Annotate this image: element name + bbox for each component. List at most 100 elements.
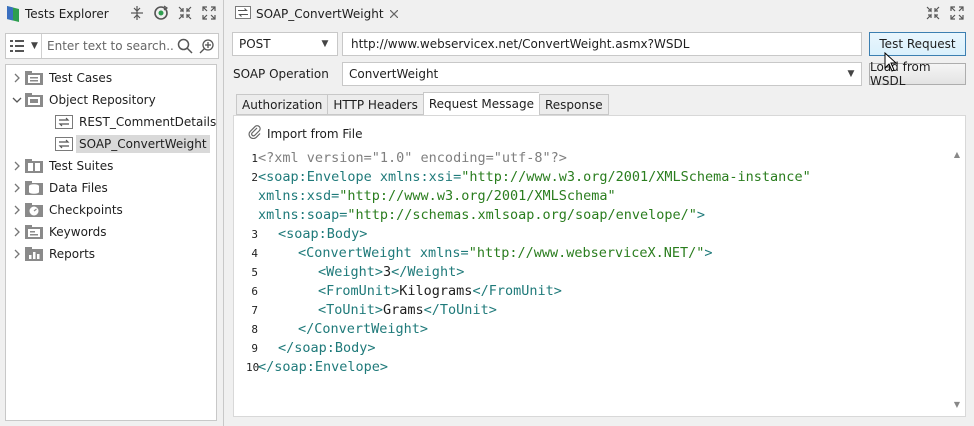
- chevron-right-icon[interactable]: [10, 221, 24, 243]
- tab-response[interactable]: Response: [539, 94, 609, 115]
- tree-item-label: SOAP_ConvertWeight: [76, 135, 210, 153]
- maximize-icon[interactable]: [948, 4, 966, 22]
- code-line: 9 </soap:Body>: [246, 340, 375, 359]
- editor-tab-soap-convertweight[interactable]: SOAP_ConvertWeight: [229, 2, 404, 26]
- xml-tag: </Weight>: [391, 264, 465, 280]
- advanced-search-icon[interactable]: [196, 34, 218, 58]
- chevron-right-icon[interactable]: [10, 199, 24, 221]
- code-line: 10 </soap:Envelope>: [246, 359, 388, 378]
- import-from-file-link[interactable]: Import from File: [248, 125, 362, 142]
- line-number: 2: [251, 171, 258, 184]
- tree-item-label: Test Cases: [49, 71, 113, 85]
- explorer-search-input[interactable]: [42, 34, 174, 58]
- xml-declaration: <?xml version="1.0" encoding="utf-8"?>: [258, 150, 567, 166]
- xml-tag: </soap:Envelope>: [258, 359, 389, 375]
- tree-item-label: Keywords: [49, 225, 107, 239]
- xml-tag: <Weight>: [318, 264, 384, 280]
- code-line: 7 <ToUnit>Grams</ToUnit>: [246, 302, 496, 321]
- xml-text: 3: [383, 264, 392, 280]
- code-line-wrap: xmlns:soap="http://schemas.xmlsoap.org/s…: [246, 207, 705, 226]
- import-from-file-label: Import from File: [267, 126, 363, 141]
- xml-tag: </ToUnit>: [423, 302, 497, 318]
- http-method-value: POST: [239, 37, 271, 51]
- tab-http-headers[interactable]: HTTP Headers: [327, 94, 423, 115]
- tree-item-soap-convertweight[interactable]: SOAP_ConvertWeight: [54, 133, 210, 155]
- search-icon[interactable]: [174, 34, 196, 58]
- line-number: 3: [251, 228, 258, 241]
- tree-item-keywords[interactable]: Keywords: [10, 221, 107, 243]
- refresh-icon[interactable]: [152, 4, 170, 22]
- explorer-search-bar: ▼: [5, 33, 219, 59]
- minimize-icon[interactable]: [176, 4, 194, 22]
- xml-tag: <soap:Body>: [278, 226, 368, 242]
- mouse-pointer-icon: [884, 51, 898, 72]
- close-icon[interactable]: [389, 8, 398, 21]
- line-number: 8: [251, 323, 258, 336]
- url-input[interactable]: http://www.webservicex.net/ConvertWeight…: [342, 32, 862, 56]
- scroll-up-icon[interactable]: ▲: [951, 148, 963, 160]
- chevron-down-icon[interactable]: [10, 89, 24, 111]
- chevron-right-icon[interactable]: [10, 243, 24, 265]
- xml-tag: </soap:Body>: [278, 340, 376, 356]
- chevron-down-icon[interactable]: ▼: [317, 35, 333, 53]
- url-value: http://www.webservicex.net/ConvertWeight…: [351, 37, 690, 51]
- chevron-right-icon[interactable]: [10, 67, 24, 89]
- vertical-scrollbar[interactable]: ▲ ▼: [951, 148, 963, 410]
- tree-item-label: Checkpoints: [49, 203, 123, 217]
- xml-attr-value: "http://www.webserviceX.NET/": [468, 245, 705, 261]
- reports-folder-icon: [24, 246, 44, 262]
- tree-item-data-files[interactable]: Data Files: [10, 177, 108, 199]
- tree-item-reports[interactable]: Reports: [10, 243, 95, 265]
- tree-item-test-suites[interactable]: Test Suites: [10, 155, 113, 177]
- soap-operation-value: ConvertWeight: [349, 67, 439, 81]
- web-service-request-icon: [54, 136, 74, 152]
- xml-tag: >: [696, 207, 706, 223]
- chevron-right-icon[interactable]: [10, 177, 24, 199]
- xml-editor[interactable]: 1 <?xml version="1.0" encoding="utf-8"?>…: [246, 148, 962, 410]
- data-files-folder-icon: [24, 180, 44, 196]
- line-number: 10: [246, 361, 260, 374]
- test-cases-folder-icon: [24, 70, 44, 86]
- tab-request-message[interactable]: Request Message: [422, 92, 539, 115]
- code-line: 1 <?xml version="1.0" encoding="utf-8"?>: [246, 150, 566, 169]
- tree-item-label: Reports: [49, 247, 96, 261]
- scroll-down-icon[interactable]: ▼: [951, 398, 963, 410]
- paperclip-icon: [248, 125, 262, 142]
- xml-tag: <FromUnit>: [318, 283, 400, 299]
- code-line: 5 <Weight>3</Weight>: [246, 264, 464, 283]
- web-service-request-icon: [54, 114, 74, 130]
- line-number: 9: [251, 342, 258, 355]
- object-repository-folder-icon: [24, 92, 44, 108]
- tree-item-test-cases[interactable]: Test Cases: [10, 67, 112, 89]
- tree-item-object-repository[interactable]: Object Repository: [10, 89, 156, 111]
- maximize-icon[interactable]: [200, 4, 218, 22]
- code-line: 6 <FromUnit>Kilograms</FromUnit>: [246, 283, 561, 302]
- code-line: 4 <ConvertWeight xmlns="http://www.webse…: [246, 245, 712, 264]
- line-number: 5: [251, 266, 258, 279]
- web-service-request-icon: [235, 6, 251, 22]
- http-method-select[interactable]: POST ▼: [232, 32, 338, 56]
- tree-item-rest-commentdetails[interactable]: REST_CommentDetails: [54, 111, 216, 133]
- xml-tag: </ConvertWeight>: [298, 321, 429, 337]
- xml-text: Grams: [383, 302, 424, 318]
- filter-dropdown-icon[interactable]: ▼: [28, 34, 42, 58]
- line-number: 7: [251, 304, 258, 317]
- tab-authorization[interactable]: Authorization: [236, 94, 328, 115]
- filter-list-icon[interactable]: [6, 34, 28, 58]
- code-line-wrap: xmlns:xsd="http://www.w3.org/2001/XMLSch…: [246, 188, 616, 207]
- xml-tag: </FromUnit>: [472, 283, 562, 299]
- soap-operation-select[interactable]: ConvertWeight ▼: [342, 62, 862, 86]
- tree-item-label: REST_CommentDetails: [79, 115, 217, 129]
- chevron-down-icon[interactable]: ▼: [844, 66, 858, 82]
- xml-tag: >: [704, 245, 713, 261]
- chevron-right-icon[interactable]: [10, 155, 24, 177]
- xml-tag: <soap:Envelope xmlns:xsi=: [258, 169, 462, 185]
- minimize-icon[interactable]: [924, 4, 942, 22]
- tree-item-label: Test Suites: [49, 159, 114, 173]
- tree-item-checkpoints[interactable]: Checkpoints: [10, 199, 123, 221]
- xml-attr-value: "http://www.w3.org/2001/XMLSchema-instan…: [461, 169, 811, 185]
- xml-tag: xmlns:soap=: [258, 207, 348, 223]
- xml-tag: <ToUnit>: [318, 302, 384, 318]
- collapse-all-icon[interactable]: [128, 4, 146, 22]
- soap-operation-label: SOAP Operation: [233, 67, 329, 81]
